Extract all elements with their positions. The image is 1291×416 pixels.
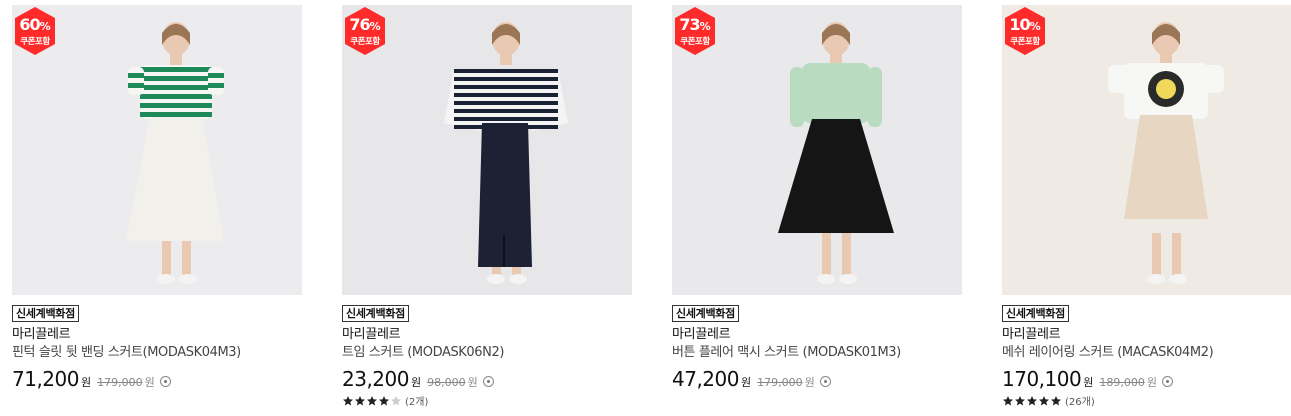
discount-badge: 73% 쿠폰포함 [675, 7, 715, 55]
info-circle-icon[interactable] [819, 376, 831, 387]
coupon-label: 쿠폰포함 [350, 37, 380, 47]
currency-unit: 원 [1083, 376, 1094, 389]
original-price: 189,000 [1099, 376, 1145, 389]
price-row: 71,200 원 179,000 원 [12, 367, 302, 391]
currency-unit: 원 [410, 376, 422, 389]
star-icon [1051, 395, 1061, 405]
info-circle-icon[interactable] [482, 376, 494, 387]
discount-percent: 60% [19, 15, 51, 34]
store-tag: 신세계백화점 [12, 305, 79, 322]
brand-name[interactable]: 마리끌레르 [672, 326, 962, 344]
coupon-label: 쿠폰포함 [20, 37, 50, 47]
original-currency-unit: 원 [467, 376, 478, 389]
store-tag: 신세계백화점 [1002, 305, 1069, 322]
brand-name[interactable]: 마리끌레르 [1002, 326, 1291, 344]
original-price: 98,000 [427, 376, 466, 389]
product-card[interactable]: 73% 쿠폰포함 신세계백화점 마리끌레르 버튼 플레어 맥시 스커트 (MOD… [672, 5, 962, 391]
price-row: 170,100 원 189,000 원 [1002, 367, 1291, 391]
star-icon [391, 395, 401, 405]
brand-name[interactable]: 마리끌레르 [12, 326, 302, 344]
product-thumbnail[interactable]: 76% 쿠폰포함 [342, 5, 632, 295]
product-image[interactable] [12, 5, 302, 295]
star-icon [343, 395, 353, 405]
product-name[interactable]: 트임 스커트 (MODASK06N2) [342, 344, 632, 362]
product-thumbnail[interactable]: 10% 쿠폰포함 [1002, 5, 1291, 295]
currency-unit: 원 [740, 376, 752, 389]
store-tag: 신세계백화점 [672, 305, 739, 322]
review-count: (2개) [405, 397, 429, 408]
discount-badge: 76% 쿠폰포함 [345, 7, 385, 55]
rating-row: (2개) [342, 393, 632, 408]
star-icon [367, 395, 377, 405]
coupon-label: 쿠폰포함 [680, 37, 710, 47]
product-name[interactable]: 메쉬 레이어링 스커트 (MACASK04M2) [1002, 344, 1291, 362]
star-icon [1027, 395, 1037, 405]
original-price: 179,000 [97, 376, 143, 389]
product-thumbnail[interactable]: 73% 쿠폰포함 [672, 5, 962, 295]
discount-percent: 10% [1009, 15, 1041, 34]
original-price: 179,000 [757, 376, 803, 389]
brand-name[interactable]: 마리끌레르 [342, 326, 632, 344]
coupon-label: 쿠폰포함 [1010, 37, 1040, 47]
info-circle-icon[interactable] [159, 376, 171, 387]
currency-unit: 원 [80, 376, 92, 389]
product-name[interactable]: 버튼 플레어 맥시 스커트 (MODASK01M3) [672, 344, 962, 362]
star-icon [379, 395, 389, 405]
original-currency-unit: 원 [144, 376, 155, 389]
price-row: 23,200 원 98,000 원 [342, 367, 632, 391]
star-icon [1015, 395, 1025, 405]
discount-badge: 10% 쿠폰포함 [1005, 7, 1045, 55]
sale-price: 170,100 [1002, 367, 1082, 391]
discount-percent: 73% [679, 15, 711, 34]
discount-percent: 76% [349, 15, 381, 34]
discount-badge: 60% 쿠폰포함 [15, 7, 55, 55]
star-icon [1003, 395, 1013, 405]
price-row: 47,200 원 179,000 원 [672, 367, 962, 391]
sale-price: 23,200 [342, 367, 409, 391]
rating-stars [342, 395, 402, 407]
product-image[interactable] [342, 5, 632, 295]
star-icon [1039, 395, 1049, 405]
product-card[interactable]: 10% 쿠폰포함 신세계백화점 마리끌레르 메쉬 레이어링 스커트 (MACAS… [1002, 5, 1291, 408]
original-currency-unit: 원 [1146, 376, 1157, 389]
product-image[interactable] [672, 5, 962, 295]
sale-price: 47,200 [672, 367, 739, 391]
review-count: (26개) [1065, 397, 1095, 408]
original-currency-unit: 원 [804, 376, 815, 389]
product-card[interactable]: 60% 쿠폰포함 신세계백화점 마리끌레르 핀턱 슬릿 뒷 밴딩 스커트(MOD… [12, 5, 302, 391]
store-tag: 신세계백화점 [342, 305, 409, 322]
star-icon [355, 395, 365, 405]
product-grid: 60% 쿠폰포함 신세계백화점 마리끌레르 핀턱 슬릿 뒷 밴딩 스커트(MOD… [0, 0, 1291, 416]
rating-row: (26개) [1002, 393, 1291, 408]
product-image[interactable] [1002, 5, 1291, 295]
rating-stars [1002, 395, 1062, 407]
product-thumbnail[interactable]: 60% 쿠폰포함 [12, 5, 302, 295]
product-name[interactable]: 핀턱 슬릿 뒷 밴딩 스커트(MODASK04M3) [12, 344, 302, 362]
info-circle-icon[interactable] [1161, 376, 1173, 387]
product-card[interactable]: 76% 쿠폰포함 신세계백화점 마리끌레르 트임 스커트 (MODASK06N2… [342, 5, 632, 408]
sale-price: 71,200 [12, 367, 79, 391]
